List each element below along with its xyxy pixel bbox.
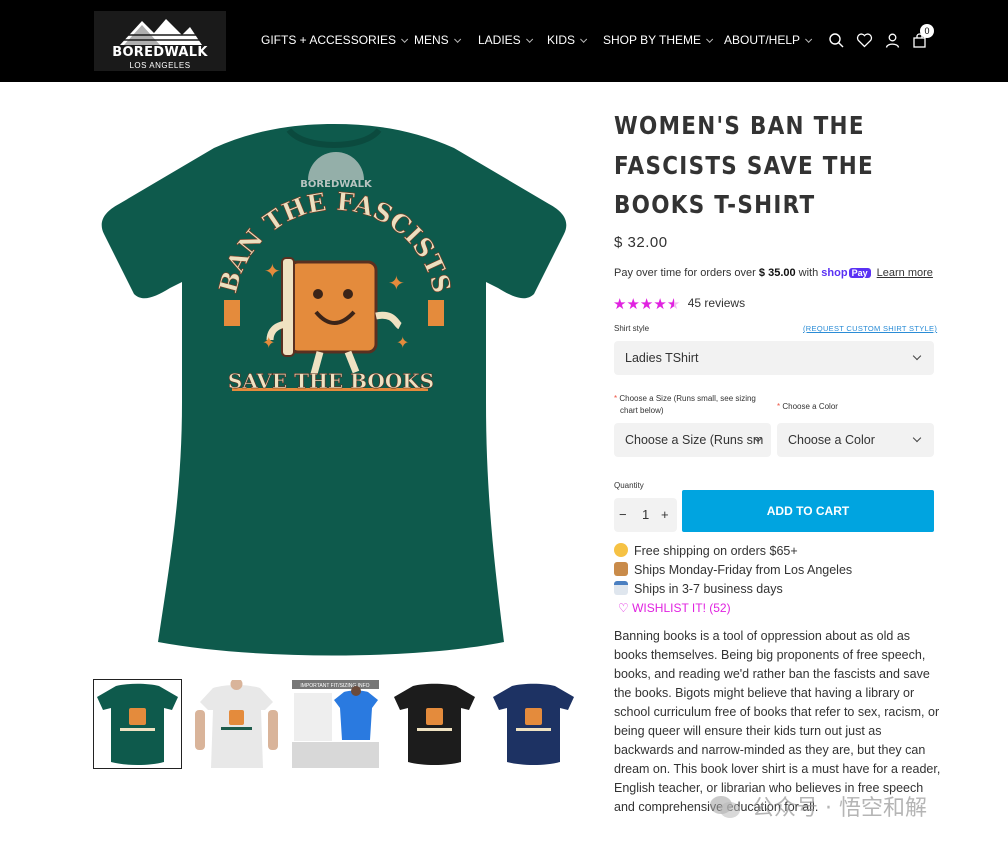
thumbnail-sizing-info[interactable]: IMPORTANT FIT/SIZING INFO: [292, 680, 379, 768]
info-text: Ships Monday-Friday from Los Angeles: [634, 563, 853, 577]
logo-subtitle: LOS ANGELES: [129, 61, 191, 70]
calendar-emoji-icon: [614, 581, 628, 595]
nav-about-help[interactable]: ABOUT/HELP: [724, 33, 813, 47]
info-text: Ships in 3-7 business days: [634, 582, 783, 596]
color-select[interactable]: Choose a Color: [777, 423, 934, 457]
quantity-plus-button[interactable]: +: [661, 498, 669, 532]
pay-amount: $ 35.00: [758, 267, 796, 279]
chevron-down-icon: [401, 35, 409, 43]
nav-label: GIFTS + ACCESSORIES: [261, 33, 397, 47]
product-title: WOMEN'S BAN THE FASCISTS SAVE THE BOOKS …: [614, 111, 875, 219]
wishlist-label: WISHLIST IT! (52): [632, 601, 731, 615]
star-icon: ★: [639, 296, 654, 313]
chevron-down-icon: [912, 351, 922, 361]
add-to-cart-button[interactable]: ADD TO CART: [682, 490, 934, 532]
star-icon: ★: [653, 296, 667, 313]
size-label-line1: Choose a Size (Runs small, see sizing: [619, 394, 756, 403]
shirt-style-label: Shirt style: [614, 324, 650, 333]
chevron-down-icon: [580, 35, 588, 43]
rating-stars[interactable]: ★★★★★ 45 reviews: [613, 296, 745, 314]
nav-mens[interactable]: MENS: [414, 33, 461, 47]
product-price: $ 32.00: [614, 234, 668, 251]
size-label: * Choose a Size (Runs small, see sizing: [614, 394, 756, 403]
chevron-down-icon: [525, 35, 533, 43]
shirt-brand-text: BOREDWALK: [300, 179, 373, 190]
star-icon: ★: [613, 296, 627, 313]
heart-outline-icon: ♡: [618, 601, 629, 615]
thumbnail-white-model[interactable]: [193, 680, 280, 768]
nav-label: KIDS: [547, 33, 576, 47]
watermark: 公众号 · 悟空和解: [752, 796, 927, 821]
svg-text:✦: ✦: [264, 261, 281, 283]
package-emoji-icon: [614, 562, 628, 576]
quantity-minus-button[interactable]: −: [619, 498, 627, 532]
nav-shop-by-theme[interactable]: SHOP BY THEME: [603, 33, 714, 47]
review-count[interactable]: 45 reviews: [688, 296, 745, 310]
chevron-down-icon: [453, 35, 461, 43]
chevron-down-icon: [706, 35, 714, 43]
shipping-info-time: Ships in 3-7 business days: [614, 581, 783, 596]
shop-pay-badge: Pay: [848, 268, 871, 278]
shirt-bottom-text: SAVE THE BOOKS: [228, 369, 434, 393]
quantity-stepper: − 1 +: [614, 498, 677, 532]
wishlist-button[interactable]: ♡ WISHLIST IT! (52): [618, 601, 731, 615]
size-value: Choose a Size (Runs sm: [625, 433, 764, 447]
main-product-image[interactable]: BOREDWALK BAN THE FASCISTS ✦ ✦ ✦ ✦ SAVE …: [94, 112, 574, 664]
svg-text:✦: ✦: [388, 273, 405, 295]
logo-name: BOREDWALK: [112, 45, 208, 60]
quantity-value[interactable]: 1: [642, 498, 649, 532]
star-half-icon: ★: [666, 296, 681, 313]
star-icon: ★: [626, 296, 640, 313]
nav-ladies[interactable]: LADIES: [478, 33, 533, 47]
color-value: Choose a Color: [788, 433, 875, 447]
nav-label: LADIES: [478, 33, 521, 47]
shirt-style-select[interactable]: Ladies TShirt: [614, 341, 934, 375]
heart-icon[interactable]: [856, 32, 873, 49]
learn-more-link[interactable]: Learn more: [877, 267, 933, 279]
color-label: * Choose a Color: [777, 402, 838, 411]
heart-eyes-emoji-icon: [614, 543, 628, 557]
nav-label: ABOUT/HELP: [724, 33, 801, 47]
product-description: Banning books is a tool of oppression ab…: [614, 629, 941, 814]
svg-text:✦: ✦: [262, 335, 275, 352]
chevron-down-icon: [912, 433, 922, 443]
pay-installments: Pay over time for orders over $ 35.00 wi…: [614, 267, 933, 279]
size-select[interactable]: Choose a Size (Runs sm: [614, 423, 771, 457]
nav-label: MENS: [414, 33, 449, 47]
thumbnail-navy[interactable]: [490, 680, 577, 768]
site-header: BOREDWALK LOS ANGELES GIFTS + ACCESSORIE…: [0, 0, 1008, 82]
cart-count-badge: 0: [920, 24, 934, 38]
wechat-watermark-icon: [710, 796, 740, 818]
logo[interactable]: BOREDWALK LOS ANGELES: [94, 11, 226, 71]
pay-prefix: Pay over time for orders over: [614, 267, 756, 279]
svg-text:✦: ✦: [396, 335, 409, 352]
nav-gifts-accessories[interactable]: GIFTS + ACCESSORIES: [261, 33, 409, 47]
account-icon[interactable]: [884, 32, 901, 49]
request-custom-style-link[interactable]: (REQUEST CUSTOM SHIRT STYLE): [803, 324, 937, 333]
size-label-line2: chart below): [620, 406, 664, 415]
thumbnail-teal[interactable]: [93, 679, 182, 769]
shipping-info-days: Ships Monday-Friday from Los Angeles: [614, 562, 852, 577]
pay-with: with: [798, 267, 819, 279]
search-icon[interactable]: [828, 32, 845, 49]
nav-label: SHOP BY THEME: [603, 33, 702, 47]
info-text: Free shipping on orders $65+: [634, 544, 798, 558]
chevron-down-icon: [805, 35, 813, 43]
shirt-style-value: Ladies TShirt: [625, 351, 699, 365]
nav-kids[interactable]: KIDS: [547, 33, 588, 47]
shop-pay-logo: shop: [821, 267, 848, 279]
quantity-label: Quantity: [614, 481, 644, 490]
color-label-text: Choose a Color: [782, 402, 838, 411]
shipping-info-free: Free shipping on orders $65+: [614, 543, 798, 558]
thumbnail-black[interactable]: [391, 680, 478, 768]
